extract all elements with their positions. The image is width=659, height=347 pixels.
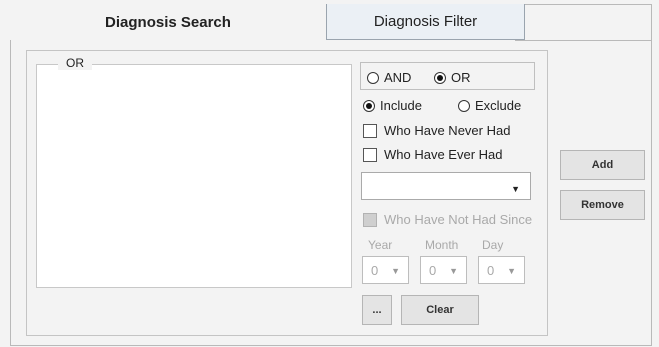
diagnosis-select[interactable]: ▼ (361, 172, 531, 200)
include-radio-label: Include (380, 98, 422, 113)
remove-button[interactable]: Remove (560, 190, 645, 220)
never-had-label: Who Have Never Had (384, 123, 511, 138)
clear-button[interactable]: Clear (401, 295, 479, 325)
never-had-checkbox-box (363, 123, 377, 138)
and-radio-label: AND (384, 70, 412, 85)
include-radio[interactable]: Include (363, 98, 422, 113)
day-value: 0 (487, 263, 495, 278)
chevron-down-icon: ▼ (511, 184, 520, 194)
year-select[interactable]: 0 ▼ (362, 256, 409, 284)
chevron-down-icon: ▼ (507, 266, 516, 276)
and-radio-indicator (367, 71, 379, 84)
not-had-since-checkbox-box (363, 212, 377, 227)
month-select[interactable]: 0 ▼ (420, 256, 467, 284)
group-legend: OR (58, 56, 92, 70)
not-had-since-label: Who Have Not Had Since (384, 212, 533, 227)
diagnosis-list[interactable] (36, 64, 352, 288)
never-had-checkbox[interactable]: Who Have Never Had (363, 123, 510, 138)
tab-diagnosis-search[interactable]: Diagnosis Search (10, 4, 326, 40)
include-radio-indicator (363, 99, 375, 112)
or-radio-indicator (434, 71, 446, 84)
ever-had-checkbox[interactable]: Who Have Ever Had (363, 147, 503, 162)
and-radio[interactable]: AND (367, 70, 411, 85)
chevron-down-icon: ▼ (391, 266, 400, 276)
exclude-radio-label: Exclude (475, 98, 522, 113)
tab-divider (515, 40, 652, 41)
day-label: Day (482, 238, 504, 252)
tab-diagnosis-filter[interactable]: Diagnosis Filter (326, 4, 525, 40)
year-value: 0 (371, 263, 379, 278)
or-radio-label: OR (451, 70, 471, 85)
browse-button[interactable]: ... (362, 295, 392, 325)
month-value: 0 (429, 263, 437, 278)
year-label: Year (368, 238, 393, 252)
logic-radio-group: AND OR (360, 62, 535, 90)
ever-had-label: Who Have Ever Had (384, 147, 503, 162)
tab-bar: Diagnosis Search Diagnosis Filter (10, 4, 652, 40)
not-had-since-checkbox[interactable]: Who Have Not Had Since (363, 212, 532, 227)
day-select[interactable]: 0 ▼ (478, 256, 525, 284)
month-label: Month (425, 238, 459, 252)
ever-had-checkbox-box (363, 147, 377, 162)
or-radio[interactable]: OR (434, 70, 471, 85)
exclude-radio[interactable]: Exclude (458, 98, 521, 113)
exclude-radio-indicator (458, 99, 470, 112)
chevron-down-icon: ▼ (449, 266, 458, 276)
add-button[interactable]: Add (560, 150, 645, 180)
